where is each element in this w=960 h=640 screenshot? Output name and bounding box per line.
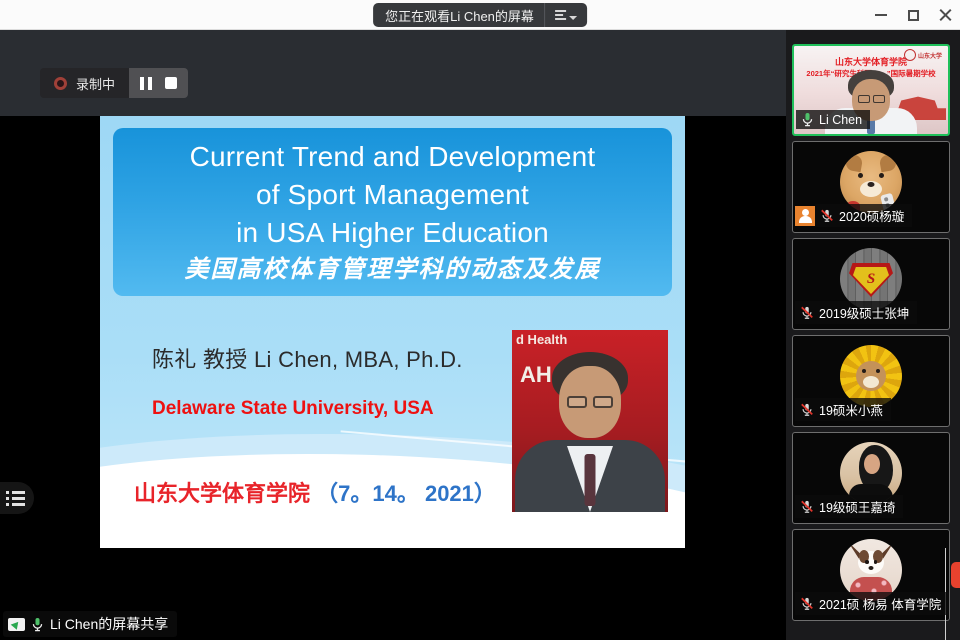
participant-tile[interactable]: 19级硕王嘉琦 (792, 432, 950, 524)
presentation-slide: Current Trend and Development of Sport M… (100, 116, 685, 548)
watching-label: 您正在观看Li Chen的屏幕 (385, 6, 534, 25)
screen-share-status: Li Chen的屏幕共享 (3, 611, 177, 637)
slide-title-box: Current Trend and Development of Sport M… (113, 128, 672, 296)
tile-label: Li Chen (796, 110, 870, 129)
photo-backdrop-text-top: d Health (516, 332, 567, 347)
participant-tile[interactable]: 2020硕杨璇 (792, 141, 950, 233)
mic-muted-icon (800, 403, 814, 417)
minimize-button[interactable] (874, 8, 888, 22)
recording-label: 录制中 (76, 74, 115, 93)
record-dot-icon (54, 77, 67, 90)
close-button[interactable] (938, 8, 952, 22)
participant-name: 19硕米小燕 (819, 400, 883, 419)
minimize-icon (875, 14, 887, 16)
tile-label: 2020硕杨璇 (795, 204, 912, 227)
mic-muted-icon (800, 597, 814, 611)
recording-buttons (129, 68, 188, 98)
close-icon (939, 9, 952, 22)
slide-title-line-2: of Sport Management (113, 176, 672, 214)
slide-footer-school: 山东大学体育学院 (134, 481, 310, 506)
tile-label: 2019级硕士张坤 (795, 301, 917, 324)
recording-controls: 录制中 (40, 68, 188, 98)
mic-muted-icon (800, 500, 814, 514)
presenter-photo: d Health AH (512, 330, 668, 512)
slide-title-line-1: Current Trend and Development (113, 138, 672, 176)
slide-title-chinese: 美国高校体育管理学科的动态及发展 (113, 252, 672, 288)
photo-glasses (564, 396, 616, 409)
mic-muted-icon (820, 209, 834, 223)
speaker-glasses (855, 95, 887, 103)
shared-screen-stage: 录制中 Current Trend and Development of Spo… (0, 30, 786, 640)
presenter-affiliation: Delaware State University, USA (152, 398, 434, 420)
photo-backdrop-text-mid: AH (520, 362, 552, 388)
participant-tile-li-chen[interactable]: 山东大学体育学院 2021年“研究生科研……”国际暑期学校 山东大学 (792, 44, 950, 136)
meeting-window: 您正在观看Li Chen的屏幕 录制中 (0, 0, 960, 640)
maximize-icon (908, 10, 919, 21)
view-options-menu[interactable] (544, 3, 587, 27)
participants-panel: 山东大学体育学院 2021年“研究生科研……”国际暑期学校 山东大学 (786, 30, 960, 640)
participant-name: 2019级硕士张坤 (819, 303, 909, 322)
participant-name: 19级硕王嘉琦 (819, 497, 895, 516)
pause-recording-button[interactable] (140, 77, 152, 90)
mic-muted-icon (800, 306, 814, 320)
chevron-down-icon (569, 16, 577, 20)
tile-label: 19硕米小燕 (795, 398, 891, 421)
maximize-button[interactable] (906, 8, 920, 22)
recording-status: 录制中 (40, 68, 129, 98)
stop-recording-button[interactable] (165, 77, 177, 89)
window-controls (874, 0, 952, 30)
window-title-bar: 您正在观看Li Chen的屏幕 (0, 0, 960, 30)
mic-on-icon (801, 112, 814, 127)
seal-text: 山东大学 (918, 51, 942, 60)
tile-label: 19级硕王嘉琦 (795, 495, 903, 518)
participants-list-handle[interactable] (0, 482, 34, 514)
participant-name: Li Chen (819, 113, 862, 127)
screen-share-label: Li Chen的屏幕共享 (50, 614, 168, 634)
photo-tie (585, 454, 596, 506)
guest-person-icon (795, 206, 815, 226)
participant-tile[interactable]: 2021硕 杨易 体育学院 (792, 529, 950, 621)
participant-name: 2020硕杨璇 (839, 206, 904, 225)
screen-share-icon (8, 618, 25, 631)
watching-banner: 您正在观看Li Chen的屏幕 (373, 3, 587, 27)
menu-lines-icon (555, 10, 566, 20)
slide-title-line-3: in USA Higher Education (113, 214, 672, 252)
tile-label: 2021硕 杨易 体育学院 (795, 592, 949, 615)
university-seal-logo: 山东大学 (904, 49, 942, 61)
mic-on-icon (31, 617, 44, 632)
participant-name: 2021硕 杨易 体育学院 (819, 594, 941, 613)
panel-scrollbar-thumb[interactable] (951, 562, 960, 588)
presenter-name: 陈礼 教授 Li Chen, MBA, Ph.D. (152, 342, 463, 374)
participant-tile[interactable]: 19硕米小燕 (792, 335, 950, 427)
slide-footer-date: （7。14。 2021） (316, 481, 496, 506)
slide-footer: 山东大学体育学院 （7。14。 2021） (134, 476, 496, 508)
participant-tile[interactable]: S 2019级硕士张坤 (792, 238, 950, 330)
list-icon (6, 491, 25, 506)
